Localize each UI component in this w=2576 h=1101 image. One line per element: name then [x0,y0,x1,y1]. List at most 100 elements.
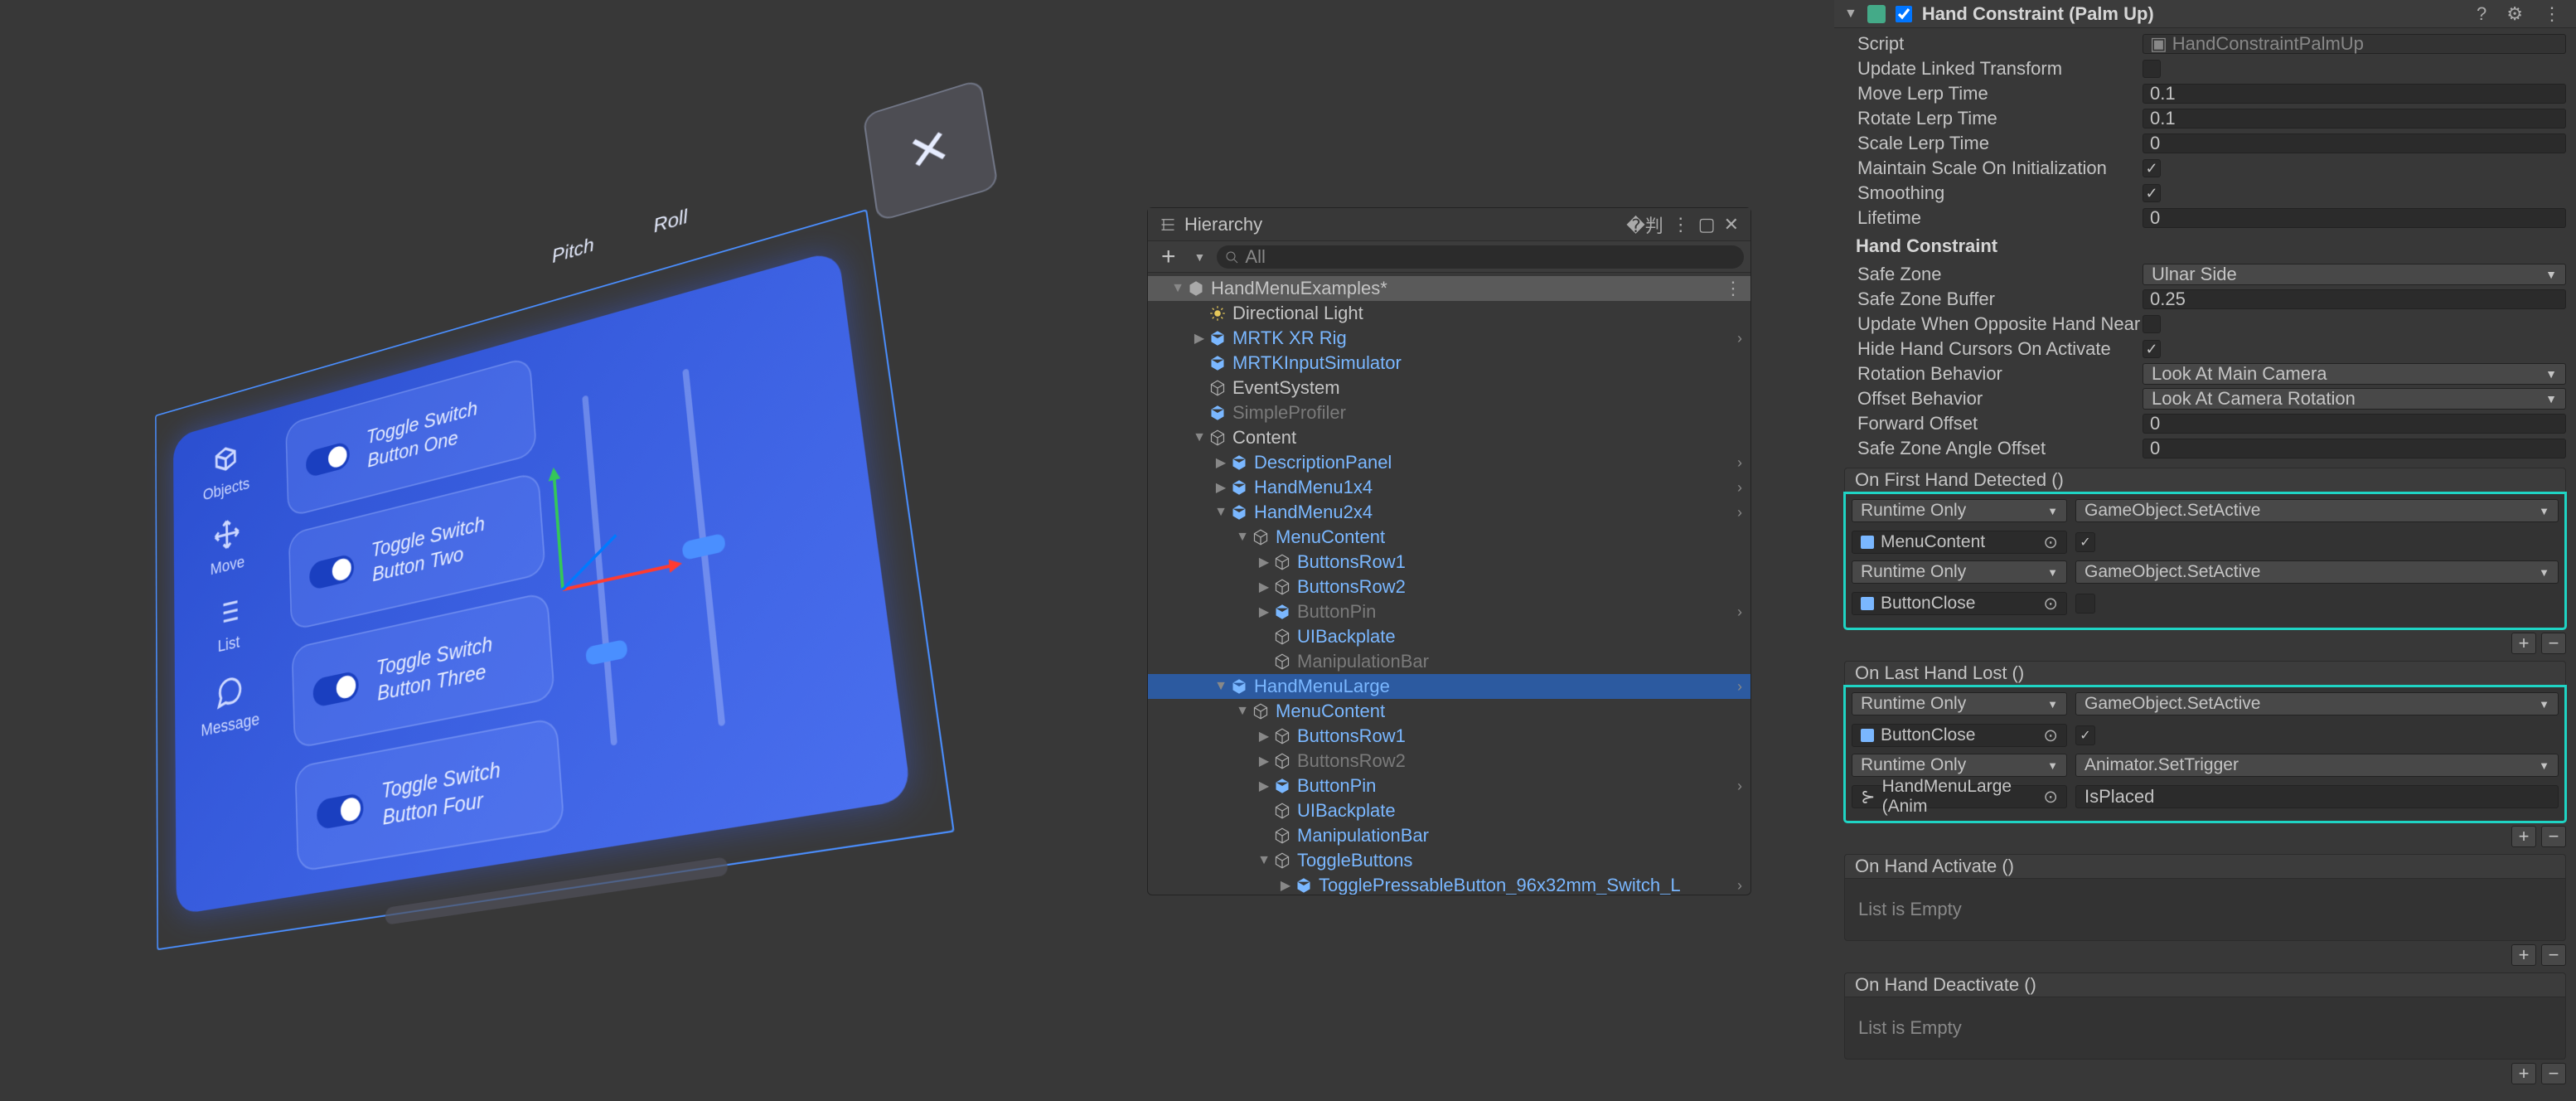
scene-menu-icon[interactable]: ⋮ [1724,278,1742,299]
foldout-arrow-icon[interactable]: ▶ [1256,728,1272,745]
event-function-dropdown[interactable]: GameObject.SetActive▼ [2075,499,2559,522]
hierarchy-item[interactable]: ▶ ButtonPin › [1148,774,1750,798]
property-field[interactable]: 0 [2143,439,2566,458]
object-picker-icon[interactable]: ⊙ [2043,594,2058,614]
hierarchy-item[interactable]: ▶ ButtonPin › [1148,599,1750,624]
event-header[interactable]: On Hand Deactivate () [1844,972,2566,997]
event-mode-dropdown[interactable]: Runtime Only▼ [1852,692,2067,715]
slider-track[interactable] [582,395,617,745]
event-function-dropdown[interactable]: GameObject.SetActive▼ [2075,692,2559,715]
component-menu-icon[interactable]: ⋮ [2538,3,2566,25]
hierarchy-item[interactable]: ManipulationBar [1148,823,1750,848]
hierarchy-item[interactable]: ▼ HandMenuExamples* ⋮ [1148,276,1750,301]
hierarchy-item[interactable]: ▼ HandMenuLarge › [1148,674,1750,699]
event-mode-dropdown[interactable]: Runtime Only▼ [1852,560,2067,584]
event-remove-button[interactable]: − [2541,1063,2566,1084]
foldout-arrow-icon[interactable]: ▶ [1213,454,1229,471]
foldout-arrow-icon[interactable]: ▼ [1234,704,1251,719]
prefab-open-icon[interactable]: › [1737,479,1742,497]
panel-menu-icon[interactable]: ⋮ [1672,214,1690,235]
foldout-arrow-icon[interactable]: ▶ [1256,579,1272,595]
event-function-dropdown[interactable]: GameObject.SetActive▼ [2075,560,2559,584]
hierarchy-item[interactable]: ▶ ButtonsRow2 [1148,575,1750,599]
hierarchy-item[interactable]: ManipulationBar [1148,649,1750,674]
sidebar-item-objects[interactable]: Objects [186,432,268,509]
property-checkbox[interactable] [2143,315,2161,333]
prefab-open-icon[interactable]: › [1737,604,1742,621]
property-checkbox[interactable] [2143,184,2161,202]
panel-maximize-icon[interactable]: ▢ [1698,214,1716,235]
foldout-arrow-icon[interactable]: ▶ [1191,330,1208,347]
property-field[interactable]: 0.1 [2143,84,2566,104]
foldout-arrow-icon[interactable]: ▼ [1256,853,1272,868]
property-field[interactable]: 0 [2143,133,2566,153]
event-add-button[interactable]: + [2511,826,2536,847]
property-field[interactable]: 0 [2143,208,2566,228]
event-add-button[interactable]: + [2511,944,2536,966]
hierarchy-item[interactable]: Directional Light [1148,301,1750,326]
create-button[interactable]: + [1155,243,1183,271]
slider-pitch[interactable]: Pitch [560,352,644,826]
close-button[interactable]: ✕ [863,79,1000,222]
toggle-button-4[interactable]: Toggle SwitchButton Four [295,717,565,873]
component-foldout-icon[interactable]: ▼ [1844,7,1857,22]
prefab-open-icon[interactable]: › [1737,504,1742,521]
event-header[interactable]: On First Hand Detected () [1844,468,2566,492]
hierarchy-item[interactable]: EventSystem [1148,376,1750,400]
hierarchy-item[interactable]: ▼ HandMenu2x4 › [1148,500,1750,525]
event-header[interactable]: On Last Hand Lost () [1844,661,2566,686]
event-header[interactable]: On Hand Activate () [1844,854,2566,879]
panel-close-icon[interactable]: ✕ [1724,214,1739,235]
sidebar-item-move[interactable]: Move [186,508,269,585]
hierarchy-item[interactable]: ▶ ButtonsRow1 [1148,724,1750,749]
hierarchy-item[interactable]: ▶ MRTK XR Rig › [1148,326,1750,351]
hierarchy-item[interactable]: UIBackplate [1148,798,1750,823]
event-remove-button[interactable]: − [2541,826,2566,847]
object-picker-icon[interactable]: ⊙ [2043,787,2058,808]
foldout-arrow-icon[interactable]: ▼ [1213,505,1229,520]
event-mode-dropdown[interactable]: Runtime Only▼ [1852,499,2067,522]
property-field[interactable]: 0.25 [2143,289,2566,309]
slider-thumb[interactable] [585,639,627,666]
hierarchy-item[interactable]: ▶ ButtonsRow2 [1148,749,1750,774]
preset-icon[interactable]: ⚙ [2501,3,2528,25]
foldout-arrow-icon[interactable]: ▶ [1213,479,1229,496]
scene-view[interactable]: ✕ ObjectsMoveListMessage Toggle SwitchBu… [0,0,1144,1034]
event-function-dropdown[interactable]: Animator.SetTrigger▼ [2075,754,2559,777]
foldout-arrow-icon[interactable]: ▼ [1191,430,1208,445]
foldout-arrow-icon[interactable]: ▼ [1213,679,1229,694]
event-arg-checkbox[interactable] [2075,725,2095,745]
event-mode-dropdown[interactable]: Runtime Only▼ [1852,754,2067,777]
foldout-arrow-icon[interactable]: ▶ [1256,778,1272,794]
hierarchy-item[interactable]: ▼ MenuContent [1148,699,1750,724]
foldout-arrow-icon[interactable]: ▶ [1256,554,1272,570]
hierarchy-item[interactable]: ▼ ToggleButtons [1148,848,1750,873]
event-add-button[interactable]: + [2511,633,2536,654]
property-dropdown[interactable]: Ulnar Side▼ [2143,264,2566,285]
event-arg-text[interactable]: IsPlaced [2075,785,2559,808]
property-checkbox[interactable] [2143,159,2161,177]
event-object-field[interactable]: ButtonClose⊙ [1852,592,2067,615]
sidebar-item-list[interactable]: List [186,586,271,663]
hierarchy-item[interactable]: ▶ TogglePressableButton_96x32mm_Switch_L… [1148,873,1750,895]
hierarchy-item[interactable]: ▶ HandMenu1x4 › [1148,475,1750,500]
component-header[interactable]: ▼ Hand Constraint (Palm Up) ? ⚙ ⋮ [1834,0,2576,28]
event-remove-button[interactable]: − [2541,944,2566,966]
component-enabled-checkbox[interactable] [1896,6,1912,22]
hierarchy-item[interactable]: ▶ DescriptionPanel › [1148,450,1750,475]
hierarchy-item[interactable]: ▼ Content [1148,425,1750,450]
event-object-field[interactable]: MenuContent⊙ [1852,531,2067,554]
event-arg-checkbox[interactable] [2075,594,2095,614]
event-remove-button[interactable]: − [2541,633,2566,654]
create-dropdown-icon[interactable]: ▼ [1194,250,1206,264]
prefab-open-icon[interactable]: › [1737,454,1742,472]
foldout-arrow-icon[interactable]: ▼ [1234,530,1251,545]
foldout-arrow-icon[interactable]: ▶ [1277,877,1294,894]
event-object-field[interactable]: ButtonClose⊙ [1852,724,2067,747]
hierarchy-item[interactable]: MRTKInputSimulator [1148,351,1750,376]
property-dropdown[interactable]: Look At Main Camera▼ [2143,363,2566,385]
property-field[interactable]: 0 [2143,414,2566,434]
prefab-open-icon[interactable]: › [1737,678,1742,696]
hierarchy-search[interactable]: All [1217,245,1744,269]
event-add-button[interactable]: + [2511,1063,2536,1084]
